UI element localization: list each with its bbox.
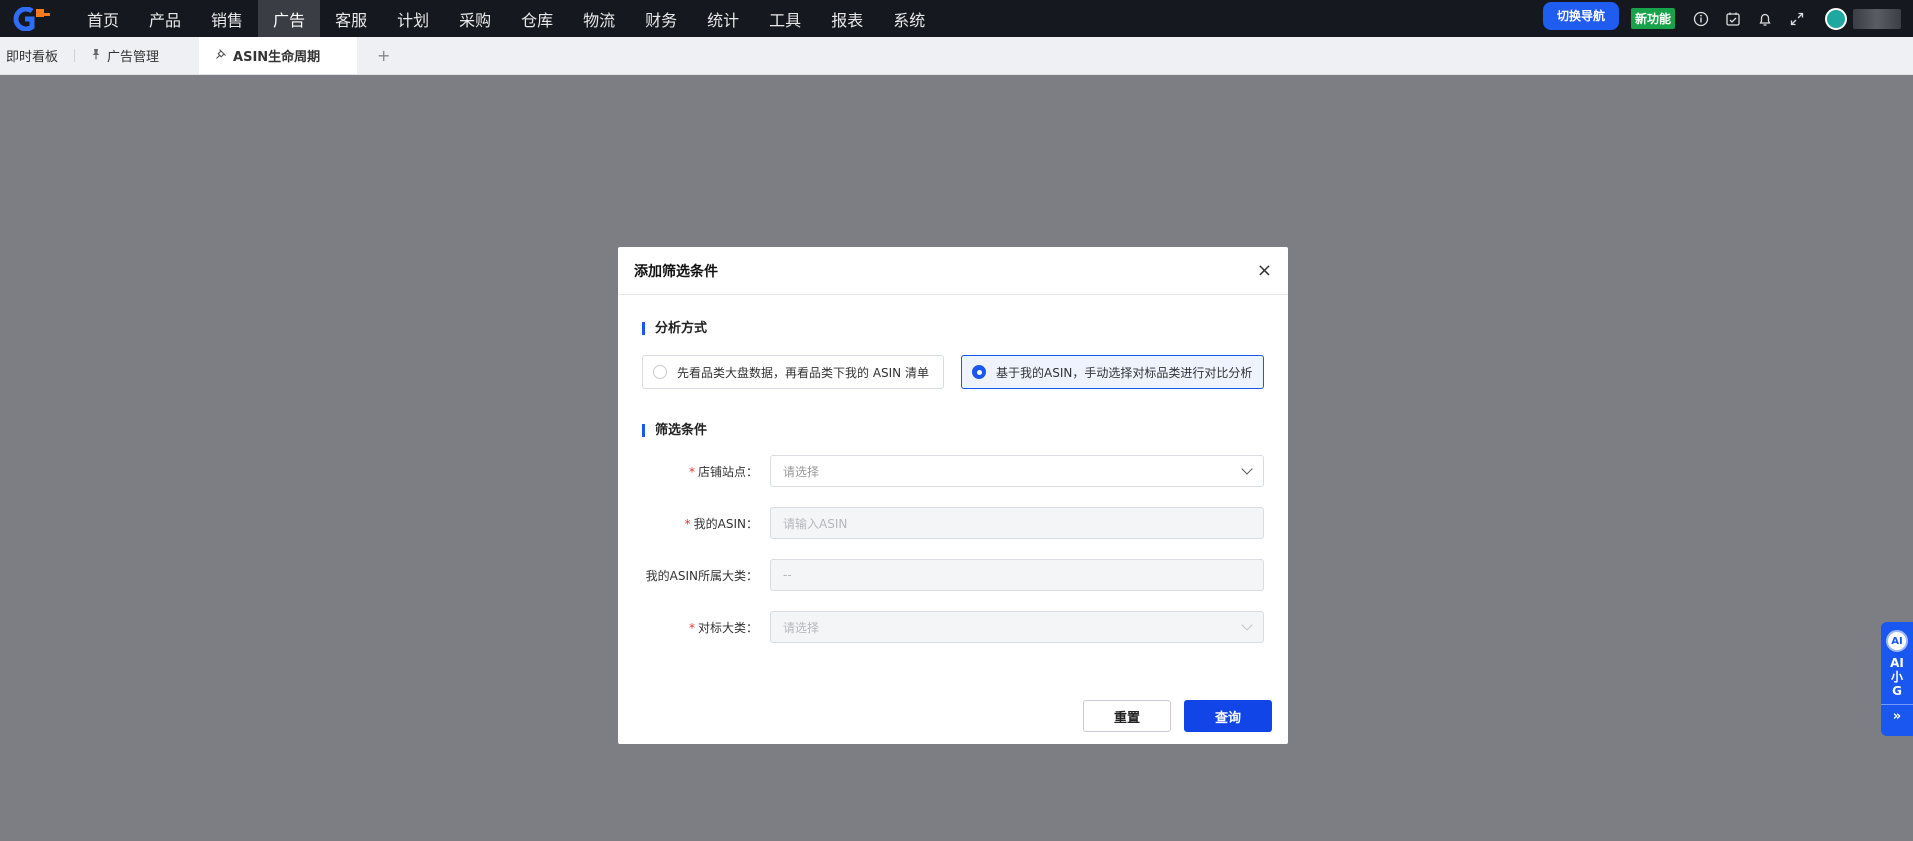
store-site-label: * 店铺站点： [688, 464, 758, 479]
tab-dashboard-label: 即时看板 [6, 50, 59, 65]
tab-divider [74, 49, 76, 62]
user-avatar[interactable] [1825, 7, 1847, 30]
benchmark-category-placeholder: 请选择 [783, 620, 820, 635]
benchmark-category-label: * 对标大类： [688, 620, 758, 635]
asin-category-field: -- [770, 559, 1264, 591]
nav-plan[interactable]: 计划 [382, 0, 444, 37]
logo-icon [13, 6, 50, 31]
nav-home[interactable]: 首页 [72, 0, 134, 37]
benchmark-category-select[interactable]: 请选择 [770, 611, 1264, 643]
nav-statistics[interactable]: 统计 [692, 0, 754, 37]
my-asin-row: * 我的ASIN： 请输入ASIN [642, 507, 1264, 539]
nav-system[interactable]: 系统 [878, 0, 940, 37]
my-asin-placeholder: 请输入ASIN [783, 516, 848, 531]
filter-dialog: 添加筛选条件 × 分析方式 先看品类大盘数据，再看品类下我的 ASIN 清单 基… [618, 247, 1288, 744]
bell-icon[interactable] [1749, 0, 1781, 37]
analysis-option-category-first[interactable]: 先看品类大盘数据，再看品类下我的 ASIN 清单 [642, 355, 944, 389]
ai-assistant-label[interactable]: AI小G [1890, 656, 1904, 698]
tab-asin-lifecycle[interactable]: ASIN生命周期 [199, 37, 358, 74]
ai-badge-icon[interactable]: AI [1886, 630, 1908, 652]
dialog-footer: 重置 查询 [1083, 700, 1272, 732]
username-blurred[interactable] [1853, 8, 1901, 29]
store-site-row: * 店铺站点： 请选择 [642, 455, 1264, 487]
query-button[interactable]: 查询 [1184, 700, 1272, 732]
info-icon[interactable] [1685, 0, 1717, 37]
nav-logistics[interactable]: 物流 [568, 0, 630, 37]
nav-product[interactable]: 产品 [134, 0, 196, 37]
expand-icon[interactable]: » [1893, 709, 1901, 724]
nav-sales[interactable]: 销售 [196, 0, 258, 37]
new-feature-button[interactable]: 新功能 [1630, 8, 1675, 29]
ai-divider [1881, 704, 1913, 705]
nav-reports[interactable]: 报表 [816, 0, 878, 37]
page-tabs: 即时看板 广告管理 ASIN生命周期 + [0, 37, 1913, 75]
nav-finance[interactable]: 财务 [630, 0, 692, 37]
radio-unchecked[interactable] [653, 365, 667, 379]
option2-label: 基于我的ASIN，手动选择对标品类进行对比分析 [996, 365, 1253, 380]
asin-category-value: -- [783, 568, 792, 582]
pin-outline-icon[interactable] [215, 48, 227, 64]
top-right-tools: 切换导航 新功能 [1542, 0, 1913, 37]
tab-ad-manage-label: 广告管理 [107, 50, 160, 65]
store-site-select[interactable]: 请选择 [770, 455, 1264, 487]
asin-category-label: 我的ASIN所属大类： [645, 568, 758, 583]
nav-warehouse[interactable]: 仓库 [506, 0, 568, 37]
pin-icon[interactable] [91, 48, 101, 64]
top-navbar: 首页 产品 销售 广告 客服 计划 采购 仓库 物流 财务 统计 工具 报表 系… [0, 0, 1913, 37]
analysis-option-my-asin[interactable]: 基于我的ASIN，手动选择对标品类进行对比分析 [961, 355, 1264, 389]
main-nav: 首页 产品 销售 广告 客服 计划 采购 仓库 物流 财务 统计 工具 报表 系… [72, 0, 940, 37]
calendar-check-icon[interactable] [1717, 0, 1749, 37]
add-tab-button[interactable]: + [357, 37, 410, 74]
tab-dashboard[interactable]: 即时看板 [0, 37, 64, 74]
nav-ads[interactable]: 广告 [258, 0, 321, 37]
filter-section-title: 筛选条件 [642, 424, 707, 437]
tab-ad-manage[interactable]: 广告管理 [85, 37, 165, 74]
dialog-title: 添加筛选条件 [634, 263, 718, 280]
nav-tools[interactable]: 工具 [754, 0, 816, 37]
fullscreen-icon[interactable] [1781, 0, 1813, 37]
nav-purchase[interactable]: 采购 [444, 0, 506, 37]
dialog-header: 添加筛选条件 × [618, 247, 1288, 295]
close-icon[interactable]: × [1257, 260, 1272, 281]
store-site-placeholder: 请选择 [783, 464, 820, 479]
ai-assistant-widget[interactable]: AI AI小G » [1881, 622, 1913, 736]
tab-asin-lifecycle-label: ASIN生命周期 [233, 50, 321, 65]
benchmark-category-row: * 对标大类： 请选择 [642, 611, 1264, 643]
asin-category-row: 我的ASIN所属大类： -- [642, 559, 1264, 591]
switch-nav-button[interactable]: 切换导航 [1542, 1, 1619, 30]
my-asin-input[interactable]: 请输入ASIN [770, 507, 1264, 539]
chevron-down-icon [1241, 619, 1253, 631]
my-asin-label: * 我的ASIN： [684, 516, 758, 531]
option1-label: 先看品类大盘数据，再看品类下我的 ASIN 清单 [677, 365, 929, 380]
reset-button[interactable]: 重置 [1083, 700, 1171, 732]
chevron-down-icon [1241, 463, 1253, 475]
analysis-section-title: 分析方式 [642, 322, 707, 335]
nav-service[interactable]: 客服 [320, 0, 382, 37]
logo[interactable] [0, 0, 64, 37]
radio-checked[interactable] [972, 365, 986, 379]
